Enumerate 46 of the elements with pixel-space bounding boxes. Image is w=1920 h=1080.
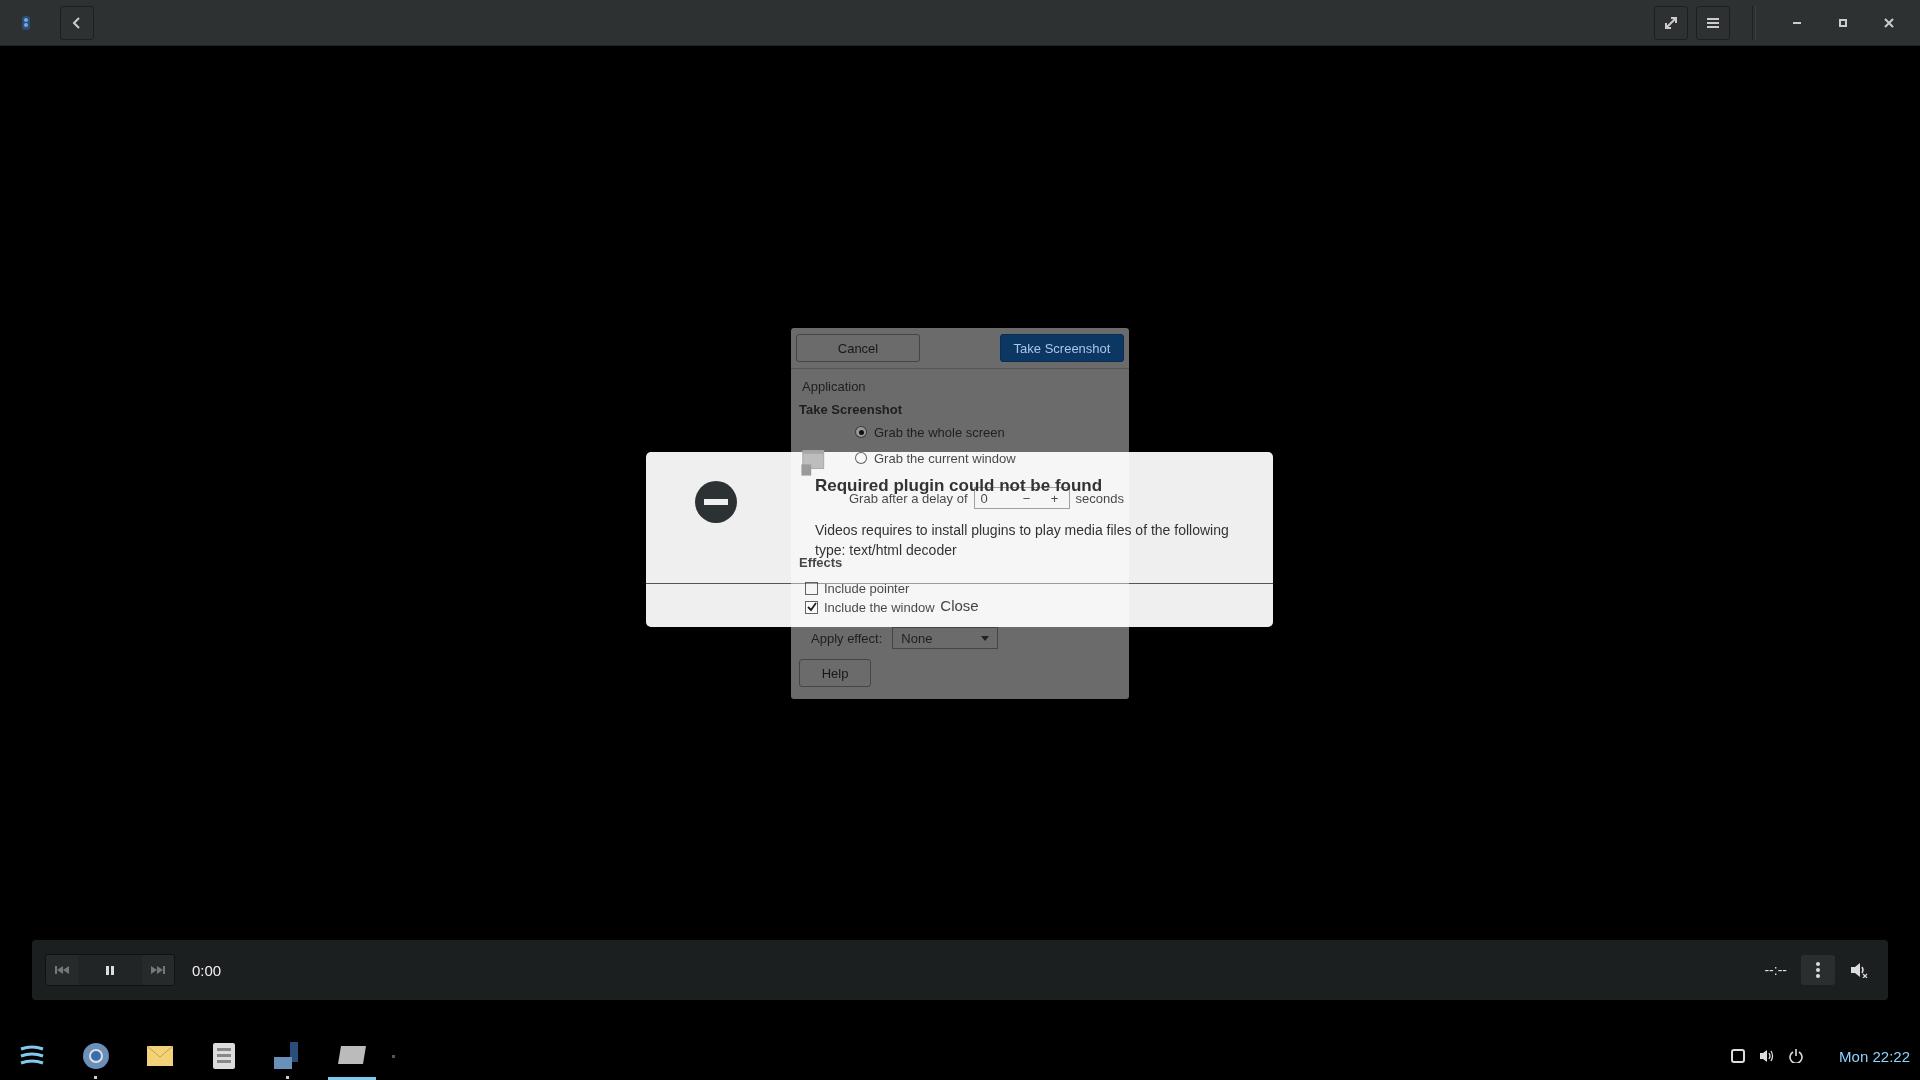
video-app-icon	[337, 1044, 367, 1065]
speaker-muted-icon	[1850, 962, 1868, 978]
take-screenshot-button[interactable]: Take Screenshot	[1000, 334, 1124, 362]
dialog-header: Application	[802, 379, 866, 394]
app-icon	[22, 15, 30, 30]
back-button[interactable]	[60, 5, 94, 40]
expand-arrows-icon	[1664, 15, 1678, 30]
volume-icon[interactable]	[1759, 1049, 1776, 1063]
file-cabinet-icon	[212, 1042, 236, 1070]
more-options-button[interactable]	[1801, 955, 1835, 985]
radio-button[interactable]	[855, 452, 867, 464]
previous-button[interactable]	[46, 955, 78, 985]
power-icon[interactable]	[1789, 1049, 1804, 1063]
browser-icon	[82, 1042, 110, 1070]
radio-button[interactable]	[855, 426, 867, 438]
checkbox-label: Include the window	[824, 599, 935, 615]
delay-unit: seconds	[1075, 490, 1124, 506]
section-title: Take Screenshot	[799, 402, 903, 417]
display-icon[interactable]	[1731, 1049, 1746, 1063]
chevron-left-icon	[71, 15, 83, 30]
elapsed-time: 0:00	[192, 961, 222, 979]
clock[interactable]: Mon 22:22	[1839, 1047, 1910, 1065]
pause-button[interactable]	[78, 955, 142, 985]
skip-forward-icon	[151, 966, 165, 974]
menu-icon	[1706, 16, 1720, 29]
envelope-icon	[146, 1045, 174, 1067]
caret-icon	[981, 635, 990, 641]
minimize-icon	[1792, 20, 1802, 25]
checkbox-label: Include pointer	[824, 580, 910, 596]
option-label: Grab the current window	[874, 450, 1016, 466]
apply-effect-label: Apply effect:	[811, 630, 883, 646]
window-icon	[801, 449, 827, 477]
next-button[interactable]	[142, 955, 174, 985]
checkbox[interactable]	[805, 581, 818, 595]
pause-icon	[106, 965, 114, 975]
duration-time: --:--	[1764, 962, 1787, 978]
close-icon	[1884, 17, 1894, 28]
menu-button[interactable]	[1696, 5, 1730, 40]
checkbox[interactable]	[805, 600, 818, 614]
error-icon	[695, 481, 737, 523]
option-label: Grab the whole screen	[874, 424, 1005, 440]
maximize-icon	[1838, 17, 1848, 28]
error-message: Videos requires to install plugins to play media files of the following type: text/html decoder	[815, 521, 1230, 558]
skip-back-icon	[55, 966, 69, 974]
vertical-dots-icon	[1816, 962, 1820, 978]
fullscreen-button[interactable]	[1654, 5, 1688, 40]
